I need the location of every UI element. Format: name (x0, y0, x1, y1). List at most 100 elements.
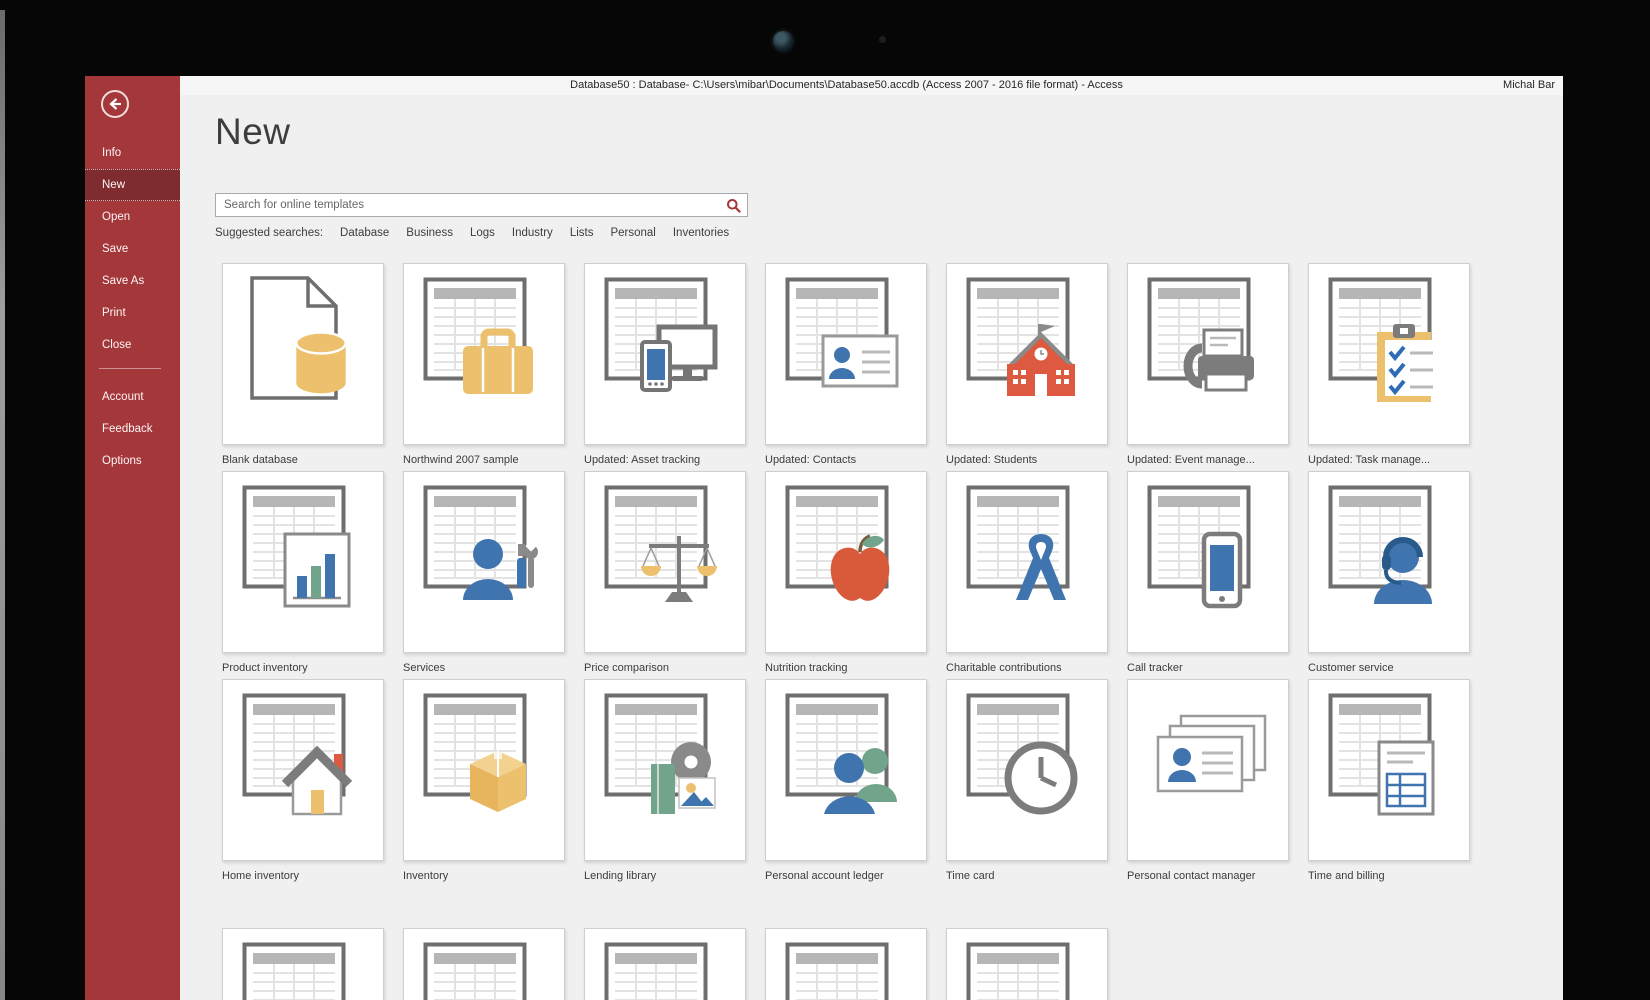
spreadsheet-icon (785, 942, 889, 1000)
template-item-charitable-contributions: Charitable contributions (946, 471, 1108, 674)
sidebar-item-new[interactable]: New (85, 169, 180, 201)
suggested-term-business[interactable]: Business (406, 227, 453, 239)
template-card-price-comparison[interactable] (584, 471, 746, 653)
sidebar-item-print[interactable]: Print (85, 297, 180, 329)
sidebar-item-save-as[interactable]: Save As (85, 265, 180, 297)
template-label: Lending library (584, 870, 657, 882)
template-card-time-card[interactable] (946, 679, 1108, 861)
page-title: New (215, 111, 291, 152)
template-card-updated-asset-tracking[interactable] (584, 263, 746, 445)
clipboard-checklist-icon (1363, 322, 1443, 402)
template-label: Product inventory (222, 662, 308, 674)
search-input[interactable] (216, 194, 747, 216)
template-item-updated-event-manage: Updated: Event manage... (1127, 263, 1289, 466)
clock-icon (1001, 738, 1081, 818)
school-icon (1001, 322, 1081, 402)
template-card-updated-students[interactable] (946, 263, 1108, 445)
person-tools-icon (458, 530, 538, 610)
template-label: Updated: Event manage... (1127, 454, 1255, 466)
template-row-3: Home inventory Inventory Lending library Pe… (222, 679, 1470, 882)
template-item-lending-library: Lending library (584, 679, 746, 882)
template-card-partial[interactable] (403, 928, 565, 1000)
sidebar-item-close[interactable]: Close (85, 329, 180, 361)
template-item-updated-task-manage: Updated: Task manage... (1308, 263, 1470, 466)
template-label: Northwind 2007 sample (403, 454, 519, 466)
template-item-personal-contact-manager: Personal contact manager (1127, 679, 1289, 882)
suggested-term-lists[interactable]: Lists (570, 227, 594, 239)
template-label: Personal contact manager (1127, 870, 1256, 882)
two-people-icon (820, 738, 900, 818)
template-card-services[interactable] (403, 471, 565, 653)
template-label: Price comparison (584, 662, 669, 674)
template-item-price-comparison: Price comparison (584, 471, 746, 674)
template-item-updated-students: Updated: Students (946, 263, 1108, 466)
sidebar-item-feedback[interactable]: Feedback (85, 413, 180, 445)
template-card-updated-task-manage[interactable] (1308, 263, 1470, 445)
template-card-partial[interactable] (584, 928, 746, 1000)
template-search-box (215, 193, 748, 217)
template-label: Updated: Contacts (765, 454, 857, 466)
template-label: Inventory (403, 870, 449, 882)
backstage-content: New Suggested searches: Database Business… (180, 95, 1563, 1000)
bar-chart-page-icon (277, 530, 357, 610)
template-card-product-inventory[interactable] (222, 471, 384, 653)
template-item-product-inventory: Product inventory (222, 471, 384, 674)
monitor-phone-icon (639, 322, 719, 402)
template-card-updated-event-manage[interactable] (1127, 263, 1289, 445)
template-label: Time and billing (1308, 870, 1385, 882)
template-item-time-and-billing: Time and billing (1308, 679, 1470, 882)
spreadsheet-icon (604, 942, 708, 1000)
template-item-updated-contacts: Updated: Contacts (765, 263, 927, 466)
suggested-term-industry[interactable]: Industry (512, 227, 553, 239)
sidebar-item-account[interactable]: Account (85, 381, 180, 413)
sensor-dot-icon (879, 36, 886, 43)
smartphone-icon (1182, 530, 1262, 610)
template-card-charitable-contributions[interactable] (946, 471, 1108, 653)
template-card-partial[interactable] (222, 928, 384, 1000)
balance-scale-icon (639, 530, 719, 610)
template-card-updated-contacts[interactable] (765, 263, 927, 445)
template-label: Customer service (1308, 662, 1394, 674)
sidebar-divider (99, 368, 161, 369)
template-card-home-inventory[interactable] (222, 679, 384, 861)
awareness-ribbon-icon (1001, 530, 1081, 610)
template-card-blank-database[interactable] (222, 263, 384, 445)
back-button[interactable] (100, 89, 130, 119)
template-item-call-tracker: Call tracker (1127, 471, 1289, 674)
template-item-home-inventory: Home inventory (222, 679, 384, 882)
template-item-partial (222, 928, 384, 1000)
template-card-nutrition-tracking[interactable] (765, 471, 927, 653)
template-label: Blank database (222, 454, 298, 466)
sidebar-item-open[interactable]: Open (85, 201, 180, 233)
template-item-partial (946, 928, 1108, 1000)
template-card-lending-library[interactable] (584, 679, 746, 861)
sidebar-footer-menu: Account Feedback Options (85, 381, 180, 477)
template-card-personal-contact-manager[interactable] (1127, 679, 1289, 861)
spreadsheet-icon (423, 942, 527, 1000)
sidebar-item-options[interactable]: Options (85, 445, 180, 477)
sidebar-item-info[interactable]: Info (85, 137, 180, 169)
template-item-partial (765, 928, 927, 1000)
template-card-personal-account-ledger[interactable] (765, 679, 927, 861)
template-card-time-and-billing[interactable] (1308, 679, 1470, 861)
template-card-customer-service[interactable] (1308, 471, 1470, 653)
template-label: Updated: Asset tracking (584, 454, 701, 466)
template-card-partial[interactable] (946, 928, 1108, 1000)
template-item-updated-asset-tracking: Updated: Asset tracking (584, 263, 746, 466)
template-card-call-tracker[interactable] (1127, 471, 1289, 653)
invoice-icon (1363, 738, 1443, 818)
suggested-term-database[interactable]: Database (340, 227, 389, 239)
sidebar-item-save[interactable]: Save (85, 233, 180, 265)
suggested-term-personal[interactable]: Personal (610, 227, 655, 239)
template-card-northwind-2007-sample[interactable] (403, 263, 565, 445)
template-card-partial[interactable] (765, 928, 927, 1000)
template-item-customer-service: Customer service (1308, 471, 1470, 674)
template-label: Time card (946, 870, 995, 882)
search-button[interactable] (726, 197, 743, 214)
access-window: Database50 : Database- C:\Users\mibar\Do… (85, 76, 1563, 1000)
template-card-inventory[interactable] (403, 679, 565, 861)
suggested-term-inventories[interactable]: Inventories (673, 227, 729, 239)
support-agent-icon (1363, 530, 1443, 610)
template-label: Services (403, 662, 446, 674)
suggested-term-logs[interactable]: Logs (470, 227, 495, 239)
